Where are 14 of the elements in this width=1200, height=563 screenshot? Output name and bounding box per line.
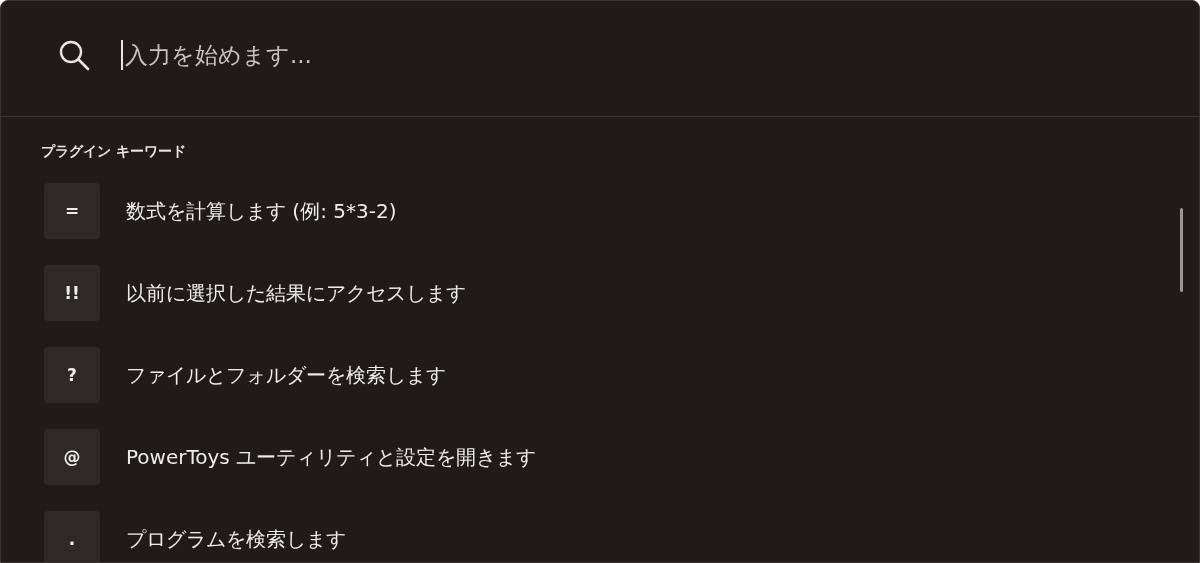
keyword-description: ファイルとフォルダーを検索します — [126, 361, 446, 389]
keyword-badge: ? — [44, 347, 100, 403]
keyword-badge: . — [44, 511, 100, 562]
search-field[interactable]: 入力を始めます... — [123, 41, 1199, 68]
keyword-description: 以前に選択した結果にアクセスします — [126, 279, 466, 307]
text-cursor — [121, 39, 123, 70]
keyword-description: プログラムを検索します — [126, 525, 346, 553]
keyword-description: PowerToys ユーティリティと設定を開きます — [126, 443, 537, 471]
keyword-badge: = — [44, 183, 100, 239]
keyword-badge: @ — [44, 429, 100, 485]
keyword-description: 数式を計算します (例: 5*3-2) — [126, 197, 397, 225]
section-title: プラグイン キーワード — [41, 143, 187, 161]
keyword-badge: !! — [44, 265, 100, 321]
scrollbar-thumb[interactable] — [1180, 208, 1183, 292]
